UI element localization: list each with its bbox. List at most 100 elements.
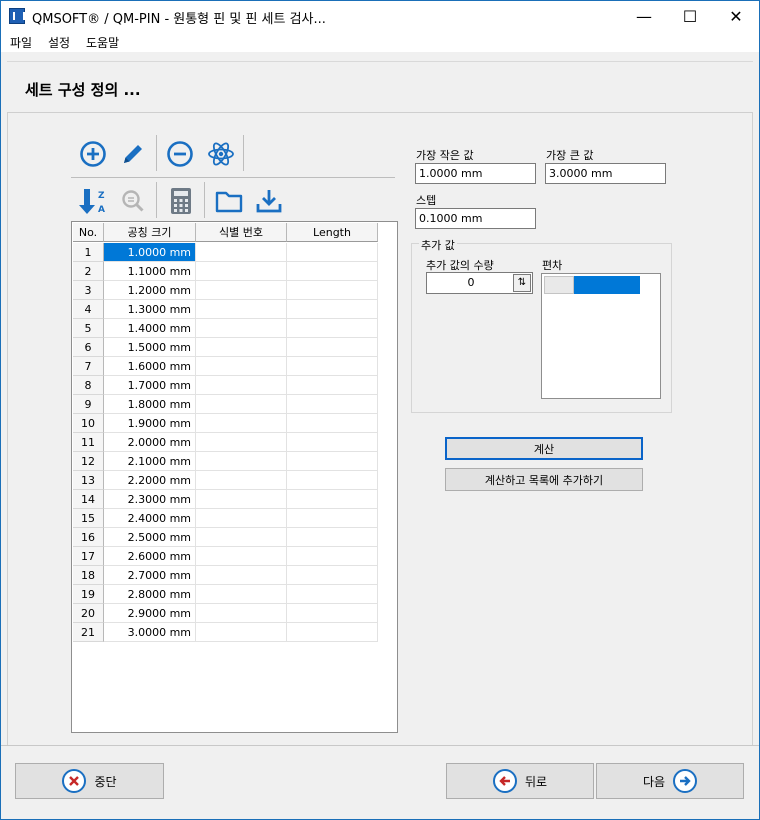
nominal-size-cell[interactable]: 1.3000 mm [104, 300, 196, 319]
length-cell[interactable] [287, 357, 378, 376]
additional-count-stepper[interactable]: 0 ⇅ [426, 272, 533, 294]
menu-file[interactable]: 파일 [10, 34, 32, 51]
row-number[interactable]: 21 [73, 623, 104, 642]
nominal-size-cell[interactable]: 1.0000 mm [104, 243, 196, 262]
length-cell[interactable] [287, 490, 378, 509]
length-cell[interactable] [287, 243, 378, 262]
next-button[interactable]: 다음 [596, 763, 744, 799]
cancel-button[interactable]: 중단 [15, 763, 164, 799]
row-number[interactable]: 16 [73, 528, 104, 547]
calculate-and-add-button[interactable]: 계산하고 목록에 추가하기 [445, 468, 643, 491]
row-number[interactable]: 5 [73, 319, 104, 338]
table-row[interactable]: 14 2.3000 mm [73, 490, 378, 509]
close-button[interactable]: ✕ [713, 1, 759, 31]
table-row[interactable]: 9 1.8000 mm [73, 395, 378, 414]
table-row[interactable]: 8 1.7000 mm [73, 376, 378, 395]
length-cell[interactable] [287, 528, 378, 547]
nominal-size-cell[interactable]: 1.6000 mm [104, 357, 196, 376]
minimize-button[interactable]: — [621, 1, 667, 31]
row-number[interactable]: 12 [73, 452, 104, 471]
length-cell[interactable] [287, 452, 378, 471]
row-number[interactable]: 17 [73, 547, 104, 566]
length-cell[interactable] [287, 566, 378, 585]
table-row[interactable]: 4 1.3000 mm [73, 300, 378, 319]
row-number[interactable]: 11 [73, 433, 104, 452]
nominal-size-cell[interactable]: 2.3000 mm [104, 490, 196, 509]
nominal-size-cell[interactable]: 1.9000 mm [104, 414, 196, 433]
add-button[interactable] [78, 139, 108, 169]
row-number[interactable]: 2 [73, 262, 104, 281]
id-number-cell[interactable] [196, 376, 287, 395]
maximize-button[interactable]: ☐ [667, 1, 713, 31]
sort-button[interactable]: ZA [78, 186, 108, 216]
nominal-size-cell[interactable]: 2.4000 mm [104, 509, 196, 528]
id-number-cell[interactable] [196, 300, 287, 319]
menu-settings[interactable]: 설정 [48, 34, 70, 51]
id-number-cell[interactable] [196, 281, 287, 300]
row-number[interactable]: 20 [73, 604, 104, 623]
length-cell[interactable] [287, 471, 378, 490]
nominal-size-cell[interactable]: 2.9000 mm [104, 604, 196, 623]
download-button[interactable] [254, 186, 284, 216]
row-number[interactable]: 4 [73, 300, 104, 319]
table-row[interactable]: 1 1.0000 mm [73, 243, 378, 262]
stepper-arrows-icon[interactable]: ⇅ [513, 274, 531, 292]
step-input[interactable]: 0.1000 mm [415, 208, 536, 229]
row-number[interactable]: 1 [73, 243, 104, 262]
additional-count-value[interactable]: 0 [427, 273, 515, 293]
deviation-list[interactable] [541, 273, 661, 399]
length-cell[interactable] [287, 319, 378, 338]
nominal-size-cell[interactable]: 2.6000 mm [104, 547, 196, 566]
nominal-size-cell[interactable]: 3.0000 mm [104, 623, 196, 642]
max-value-input[interactable]: 3.0000 mm [545, 163, 666, 184]
row-number[interactable]: 3 [73, 281, 104, 300]
calculate-button[interactable]: 계산 [445, 437, 643, 460]
nominal-size-cell[interactable]: 2.1000 mm [104, 452, 196, 471]
id-number-cell[interactable] [196, 357, 287, 376]
length-cell[interactable] [287, 414, 378, 433]
table-row[interactable]: 10 1.9000 mm [73, 414, 378, 433]
column-header-no[interactable]: No. [73, 223, 104, 242]
min-value-input[interactable]: 1.0000 mm [415, 163, 536, 184]
length-cell[interactable] [287, 604, 378, 623]
length-cell[interactable] [287, 281, 378, 300]
id-number-cell[interactable] [196, 623, 287, 642]
column-header-id-number[interactable]: 식별 번호 [196, 223, 287, 242]
table-row[interactable]: 11 2.0000 mm [73, 433, 378, 452]
open-folder-button[interactable] [214, 186, 244, 216]
row-number[interactable]: 13 [73, 471, 104, 490]
table-row[interactable]: 16 2.5000 mm [73, 528, 378, 547]
id-number-cell[interactable] [196, 471, 287, 490]
table-row[interactable]: 18 2.7000 mm [73, 566, 378, 585]
id-number-cell[interactable] [196, 243, 287, 262]
table-row[interactable]: 19 2.8000 mm [73, 585, 378, 604]
menu-help[interactable]: 도움말 [86, 34, 119, 51]
length-cell[interactable] [287, 585, 378, 604]
row-number[interactable]: 15 [73, 509, 104, 528]
size-table[interactable]: No. 공칭 크기 식별 번호 Length 1 1.0000 mm 2 1.1000… [71, 221, 398, 733]
table-row[interactable]: 15 2.4000 mm [73, 509, 378, 528]
nominal-size-cell[interactable]: 1.7000 mm [104, 376, 196, 395]
length-cell[interactable] [287, 376, 378, 395]
length-cell[interactable] [287, 262, 378, 281]
id-number-cell[interactable] [196, 262, 287, 281]
nominal-size-cell[interactable]: 1.5000 mm [104, 338, 196, 357]
table-row[interactable]: 13 2.2000 mm [73, 471, 378, 490]
nominal-size-cell[interactable]: 1.2000 mm [104, 281, 196, 300]
nominal-size-cell[interactable]: 2.5000 mm [104, 528, 196, 547]
row-number[interactable]: 9 [73, 395, 104, 414]
id-number-cell[interactable] [196, 585, 287, 604]
table-row[interactable]: 12 2.1000 mm [73, 452, 378, 471]
nominal-size-cell[interactable]: 2.2000 mm [104, 471, 196, 490]
table-row[interactable]: 5 1.4000 mm [73, 319, 378, 338]
length-cell[interactable] [287, 433, 378, 452]
table-row[interactable]: 3 1.2000 mm [73, 281, 378, 300]
length-cell[interactable] [287, 395, 378, 414]
column-header-nominal-size[interactable]: 공칭 크기 [104, 223, 196, 242]
length-cell[interactable] [287, 623, 378, 642]
id-number-cell[interactable] [196, 566, 287, 585]
nominal-size-cell[interactable]: 1.8000 mm [104, 395, 196, 414]
table-row[interactable]: 21 3.0000 mm [73, 623, 378, 642]
length-cell[interactable] [287, 300, 378, 319]
id-number-cell[interactable] [196, 319, 287, 338]
